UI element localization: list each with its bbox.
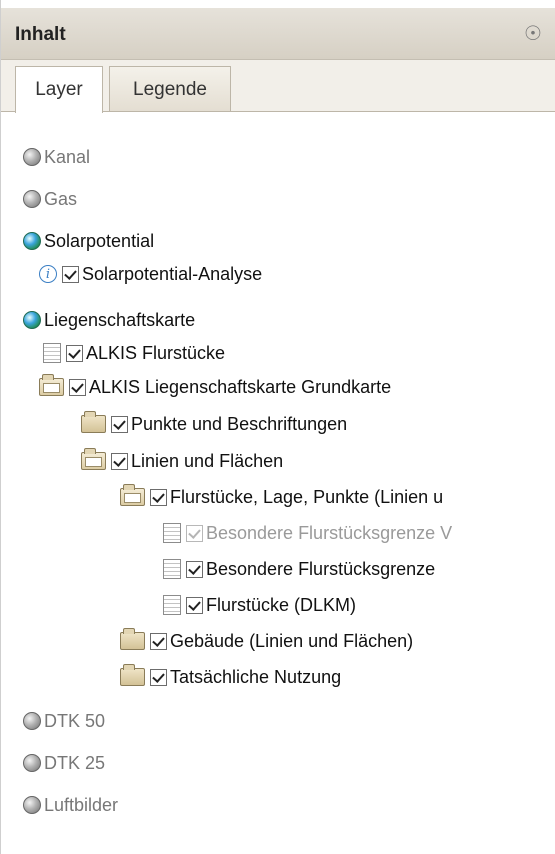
- tree-node-tatsaechliche-nutzung[interactable]: Tatsächliche Nutzung: [120, 662, 341, 692]
- tree-node-punkte-beschriftungen[interactable]: Punkte und Beschriftungen: [81, 409, 347, 439]
- folder-closed-icon[interactable]: [120, 628, 145, 650]
- layer-label[interactable]: Linien und Flächen: [131, 451, 283, 472]
- layer-checkbox[interactable]: [66, 344, 83, 362]
- layer-checkbox[interactable]: [186, 560, 203, 578]
- folder-open-icon[interactable]: [81, 448, 106, 470]
- folder-closed-icon[interactable]: [120, 664, 145, 686]
- tree-node-kanal[interactable]: Kanal: [23, 142, 90, 172]
- layer-checkbox[interactable]: [150, 668, 167, 686]
- layer-label[interactable]: DTK 25: [44, 753, 105, 774]
- collapse-circle-icon[interactable]: ☉: [521, 22, 545, 46]
- layer-label[interactable]: Gebäude (Linien und Flächen): [170, 631, 413, 652]
- layer-label[interactable]: Punkte und Beschriftungen: [131, 414, 347, 435]
- tree-node-luftbilder[interactable]: Luftbilder: [23, 790, 118, 820]
- panel-header: Inhalt ☉: [1, 8, 555, 60]
- globe-inactive-icon: [23, 754, 41, 772]
- layer-checkbox[interactable]: [186, 524, 203, 542]
- layer-label[interactable]: Liegenschaftskarte: [44, 310, 195, 331]
- layer-document-icon: [163, 595, 181, 615]
- layer-checkbox[interactable]: [69, 378, 86, 396]
- tree-node-gas[interactable]: Gas: [23, 184, 77, 214]
- layer-checkbox[interactable]: [150, 632, 167, 650]
- info-icon[interactable]: i: [39, 265, 57, 283]
- tree-node-liegenschaftskarte[interactable]: Liegenschaftskarte: [23, 305, 195, 335]
- tree-node-dtk25[interactable]: DTK 25: [23, 748, 105, 778]
- tab-bar: Layer Legende: [1, 60, 555, 113]
- globe-inactive-icon: [23, 796, 41, 814]
- panel-title: Inhalt: [15, 24, 66, 45]
- tree-node-linien-flaechen[interactable]: Linien und Flächen: [81, 446, 283, 476]
- layer-checkbox[interactable]: [111, 452, 128, 470]
- layer-label[interactable]: Gas: [44, 189, 77, 210]
- layer-checkbox[interactable]: [150, 488, 167, 506]
- layer-checkbox[interactable]: [111, 415, 128, 433]
- folder-open-icon[interactable]: [120, 484, 145, 506]
- layer-checkbox[interactable]: [186, 596, 203, 614]
- tree-node-besondere-grenze-v[interactable]: Besondere Flurstücksgrenze V: [163, 518, 452, 548]
- globe-inactive-icon: [23, 190, 41, 208]
- tree-node-solarpotential[interactable]: Solarpotential: [23, 226, 154, 256]
- tree-node-alkis-grundkarte[interactable]: ALKIS Liegenschaftskarte Grundkarte: [39, 372, 391, 402]
- layer-label[interactable]: DTK 50: [44, 711, 105, 732]
- layer-label[interactable]: Tatsächliche Nutzung: [170, 667, 341, 688]
- layer-label[interactable]: Flurstücke (DLKM): [206, 595, 356, 616]
- layer-label[interactable]: ALKIS Flurstücke: [86, 343, 225, 364]
- tree-node-flurstuecke-dlkm[interactable]: Flurstücke (DLKM): [163, 590, 356, 620]
- globe-inactive-icon: [23, 148, 41, 166]
- globe-inactive-icon: [23, 712, 41, 730]
- layer-label[interactable]: Solarpotential-Analyse: [82, 264, 262, 285]
- layer-document-icon: [163, 523, 181, 543]
- layer-label[interactable]: Solarpotential: [44, 231, 154, 252]
- layer-label[interactable]: Flurstücke, Lage, Punkte (Linien u: [170, 487, 443, 508]
- folder-open-icon[interactable]: [39, 374, 64, 396]
- folder-closed-icon[interactable]: [81, 411, 106, 433]
- tree-node-besondere-grenze[interactable]: Besondere Flurstücksgrenze: [163, 554, 435, 584]
- tab-layer[interactable]: Layer: [15, 66, 103, 113]
- tree-node-gebaeude[interactable]: Gebäude (Linien und Flächen): [120, 626, 413, 656]
- tab-legende[interactable]: Legende: [109, 66, 231, 111]
- layer-document-icon: [163, 559, 181, 579]
- layer-label[interactable]: Luftbilder: [44, 795, 118, 816]
- tree-node-alkis-flurstuecke[interactable]: ALKIS Flurstücke: [43, 338, 225, 368]
- layer-label[interactable]: Kanal: [44, 147, 90, 168]
- layer-label[interactable]: Besondere Flurstücksgrenze V: [206, 523, 452, 544]
- tree-node-dtk50[interactable]: DTK 50: [23, 706, 105, 736]
- layer-checkbox[interactable]: [62, 265, 79, 283]
- layer-document-icon: [43, 343, 61, 363]
- globe-active-icon: [23, 311, 41, 329]
- tree-node-flurstuecke-lage-punkte[interactable]: Flurstücke, Lage, Punkte (Linien u: [120, 482, 443, 512]
- layer-tree: Kanal Gas Solarpotential i Solarpotentia…: [1, 112, 555, 854]
- content-panel: Inhalt ☉ Layer Legende Kanal Gas Solarpo…: [0, 0, 555, 854]
- globe-active-icon: [23, 232, 41, 250]
- layer-label[interactable]: ALKIS Liegenschaftskarte Grundkarte: [89, 377, 391, 398]
- tree-node-solarpotential-analyse[interactable]: i Solarpotential-Analyse: [39, 259, 262, 289]
- layer-label[interactable]: Besondere Flurstücksgrenze: [206, 559, 435, 580]
